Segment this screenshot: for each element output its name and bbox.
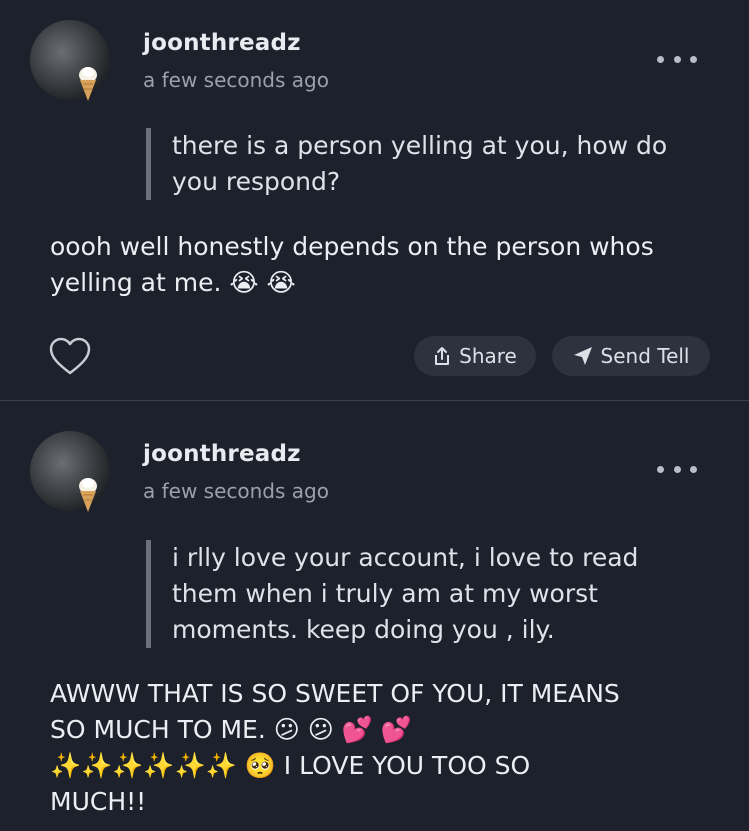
answer-line: ✨✨✨✨✨✨ 🥺 I LOVE YOU TOO SO: [50, 751, 531, 780]
share-icon: [435, 347, 450, 365]
answer-line: AWWW THAT IS SO SWEET OF YOU, IT MEANS: [50, 679, 620, 708]
post-card: joonthreadz a few seconds ago there is a…: [0, 0, 749, 401]
timestamp: a few seconds ago: [143, 68, 329, 92]
send-tell-label: Send Tell: [600, 344, 690, 368]
question-line: i rlly love your account, i love to read: [172, 543, 639, 572]
avatar[interactable]: [30, 431, 110, 512]
question-quote: i rlly love your account, i love to read…: [146, 540, 638, 648]
question-line: them when i truly am at my worst: [172, 579, 598, 608]
avatar[interactable]: [30, 20, 110, 101]
timestamp: a few seconds ago: [143, 479, 329, 503]
username[interactable]: joonthreadz: [143, 441, 301, 467]
question-line: there is a person yelling at you, how do: [172, 131, 668, 160]
ice-cream-icon: [79, 478, 97, 512]
send-tell-button[interactable]: Send Tell: [552, 336, 710, 376]
question-line: you respond?: [172, 167, 341, 196]
heart-icon[interactable]: [48, 336, 92, 376]
answer-text: oooh well honestly depends on the person…: [50, 229, 654, 301]
answer-line: SO MUCH TO ME. 😕 😕 💕 💕: [50, 715, 412, 744]
question-quote: there is a person yelling at you, how do…: [146, 128, 667, 200]
send-arrow-icon: [573, 347, 592, 365]
answer-line: yelling at me. 😭 😭: [50, 268, 296, 297]
answer-line: oooh well honestly depends on the person…: [50, 232, 654, 261]
question-line: moments. keep doing you , ily.: [172, 615, 555, 644]
more-options-icon[interactable]: [657, 52, 697, 66]
ice-cream-icon: [79, 67, 97, 101]
more-options-icon[interactable]: [657, 462, 697, 476]
share-label: Share: [459, 344, 517, 368]
answer-text: AWWW THAT IS SO SWEET OF YOU, IT MEANS S…: [50, 676, 620, 820]
answer-line: MUCH!!: [50, 787, 147, 816]
post-card: joonthreadz a few seconds ago i rlly lov…: [0, 403, 749, 831]
share-button[interactable]: Share: [414, 336, 536, 376]
username[interactable]: joonthreadz: [143, 30, 301, 56]
